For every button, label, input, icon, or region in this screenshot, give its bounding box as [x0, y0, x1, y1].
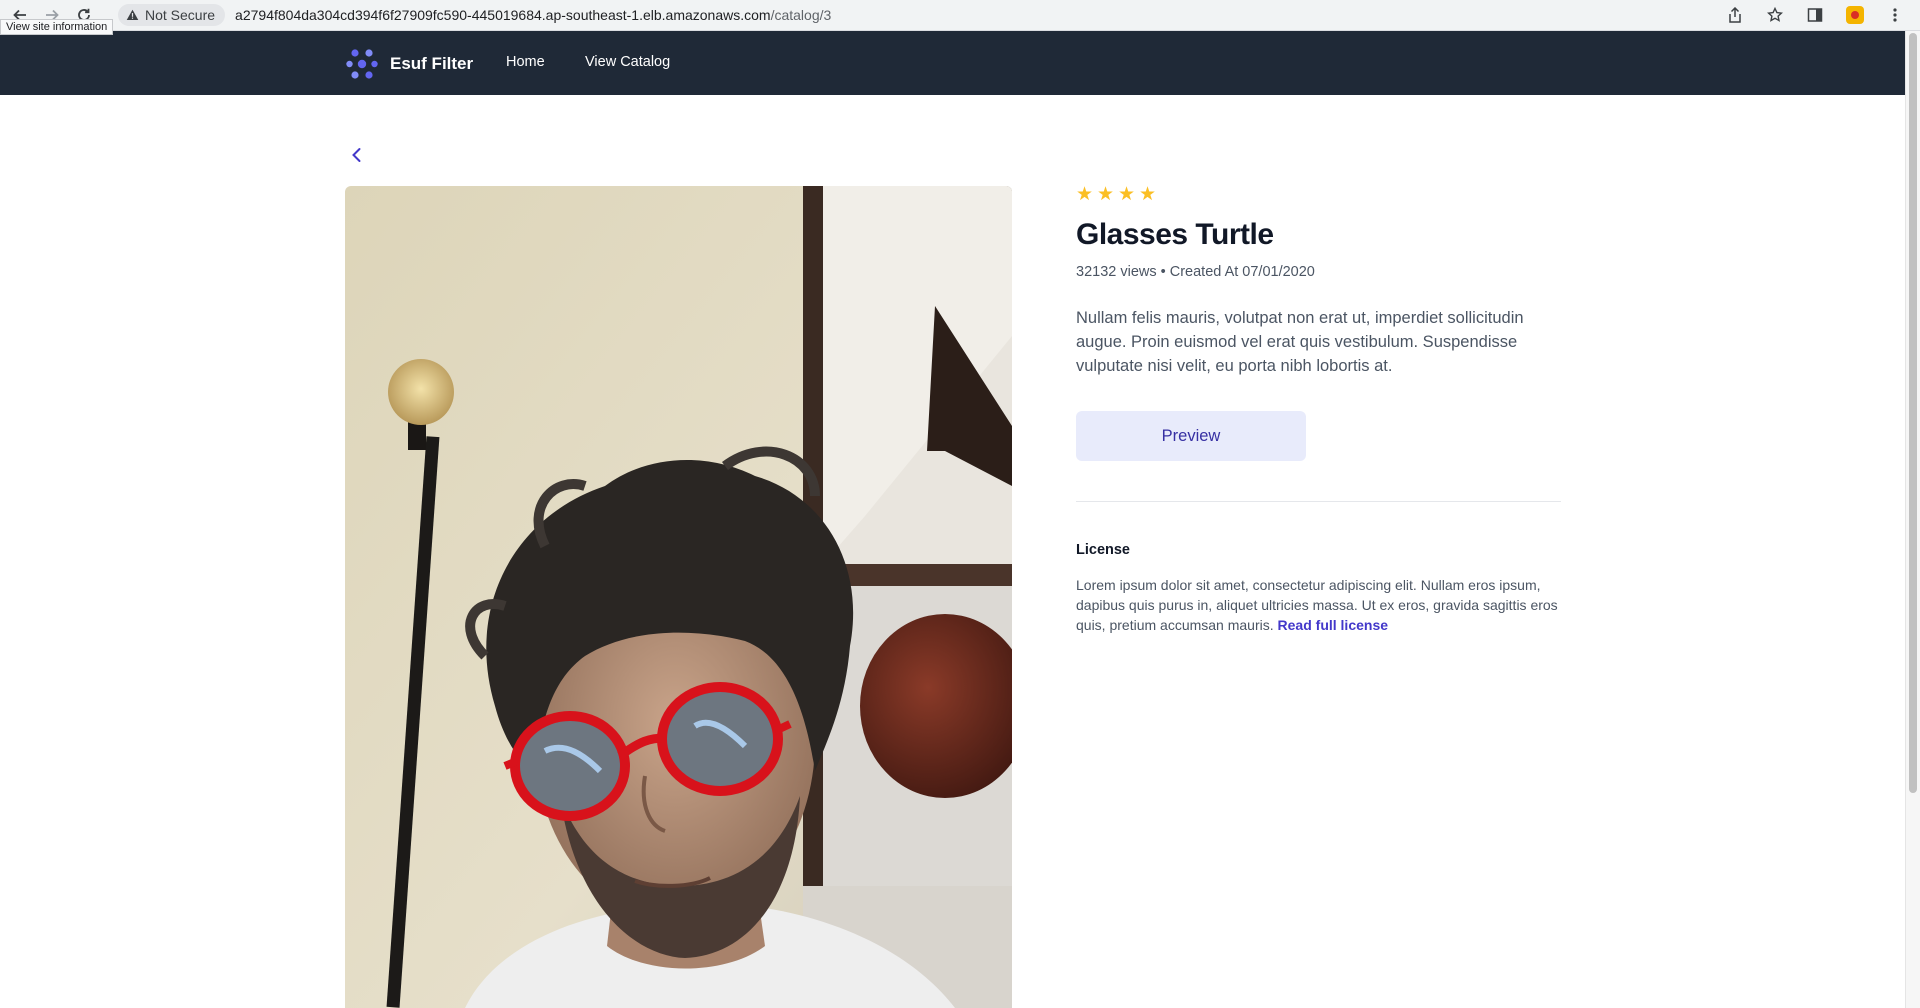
security-label: Not Secure — [145, 7, 216, 23]
view-count: 32132 views — [1076, 264, 1157, 280]
nav-link-home[interactable]: Home — [506, 54, 545, 70]
back-chevron-icon[interactable] — [348, 146, 366, 164]
more-menu-icon[interactable] — [1884, 4, 1906, 26]
bookmark-star-icon[interactable] — [1764, 4, 1786, 26]
browser-toolbar: Not Secure a2794f804da304cd394f6f27909fc… — [0, 0, 1920, 31]
license-text: Lorem ipsum dolor sit amet, consectetur … — [1076, 575, 1561, 635]
address-bar[interactable]: a2794f804da304cd394f6f27909fc590-4450196… — [235, 7, 831, 23]
brand[interactable]: Esuf Filter — [345, 47, 473, 81]
license-heading: License — [1076, 542, 1130, 558]
url-host: a2794f804da304cd394f6f27909fc590-4450196… — [235, 7, 771, 23]
star-icon: ★ — [1097, 184, 1115, 205]
nav-link-view-catalog[interactable]: View Catalog — [585, 54, 670, 70]
url-path: /catalog/3 — [770, 7, 832, 23]
brand-name: Esuf Filter — [390, 54, 474, 73]
side-panel-icon[interactable] — [1804, 4, 1826, 26]
star-icon: ★ — [1139, 184, 1157, 205]
page-scrollbar[interactable] — [1905, 31, 1920, 1008]
site-info-chip[interactable]: Not Secure — [118, 4, 226, 26]
warning-icon — [126, 9, 139, 20]
created-date: Created At 07/01/2020 — [1169, 264, 1315, 280]
site-navbar: Esuf Filter Home View Catalog — [0, 31, 1906, 95]
product-description: Nullam felis mauris, volutpat non erat u… — [1076, 309, 1524, 375]
share-icon[interactable] — [1724, 4, 1746, 26]
scrollbar-thumb[interactable] — [1909, 33, 1917, 793]
product-details: ★ ★ ★ ★ Glasses Turtle 32132 views • Create… — [1076, 184, 1561, 635]
preview-button[interactable]: Preview — [1076, 411, 1306, 461]
extension-icon[interactable] — [1844, 4, 1866, 26]
rating-stars: ★ ★ ★ ★ — [1076, 184, 1561, 206]
product-meta: 32132 views • Created At 07/01/2020 — [1076, 264, 1315, 280]
star-icon: ★ — [1118, 184, 1136, 205]
product-title: Glasses Turtle — [1076, 218, 1274, 251]
star-icon: ★ — [1076, 184, 1094, 205]
site-info-tooltip: View site information — [0, 19, 114, 35]
read-full-license-link[interactable]: Read full license — [1278, 617, 1388, 633]
divider — [1076, 501, 1561, 502]
brand-logo-icon — [346, 49, 378, 79]
product-image — [345, 186, 1012, 1008]
